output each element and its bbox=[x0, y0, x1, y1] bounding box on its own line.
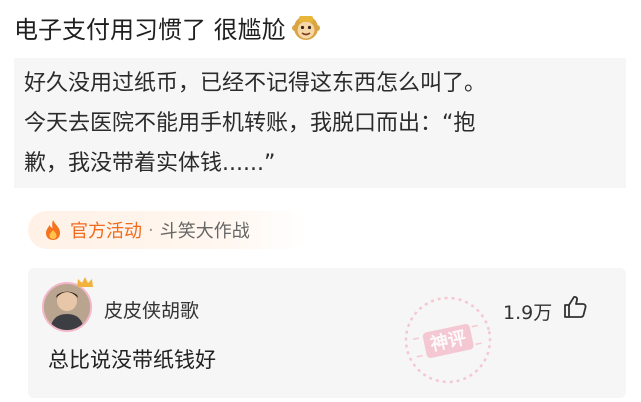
activity-name: 斗笑大作战 bbox=[159, 221, 250, 242]
commenter-name[interactable]: 皮皮侠胡歌 bbox=[104, 296, 199, 323]
post-body-line: 歉，我没带着实体钱......” bbox=[24, 151, 276, 176]
post-title: 电子支付用习惯了 很尴尬 bbox=[14, 15, 286, 44]
top-comment-card: 皮皮侠胡歌 神评 1.9万 总比说没带纸钱好 bbox=[28, 268, 626, 398]
avatar bbox=[42, 282, 92, 332]
thumbs-up-icon[interactable] bbox=[562, 294, 588, 320]
comment-text: 总比说没带纸钱好 bbox=[48, 348, 216, 372]
featured-comment-stamp: 神评 bbox=[400, 292, 496, 388]
post-body: 好久没用过纸币，已经不记得这东西怎么叫了。 今天去医院不能用手机转账，我脱口而出… bbox=[24, 64, 622, 184]
post-body-line: 今天去医院不能用手机转账，我脱口而出：“抱 bbox=[24, 111, 476, 136]
post-body-line: 好久没用过纸币，已经不记得这东西怎么叫了。 bbox=[24, 71, 487, 96]
commenter-avatar[interactable] bbox=[42, 277, 93, 332]
crown-icon bbox=[77, 277, 93, 287]
activity-separator: · bbox=[148, 219, 154, 241]
post-title-row: 电子支付用习惯了 很尴尬 bbox=[14, 10, 320, 44]
flame-icon bbox=[46, 220, 60, 240]
activity-label: 官方活动 bbox=[70, 221, 142, 242]
post-content-panel: 好久没用过纸币，已经不记得这东西怎么叫了。 今天去医院不能用手机转账，我脱口而出… bbox=[14, 58, 626, 188]
like-count: 1.9万 bbox=[503, 302, 553, 324]
monkey-face-emoji-icon bbox=[291, 13, 320, 41]
official-activity-tag[interactable]: 官方活动 · 斗笑大作战 bbox=[28, 211, 308, 249]
